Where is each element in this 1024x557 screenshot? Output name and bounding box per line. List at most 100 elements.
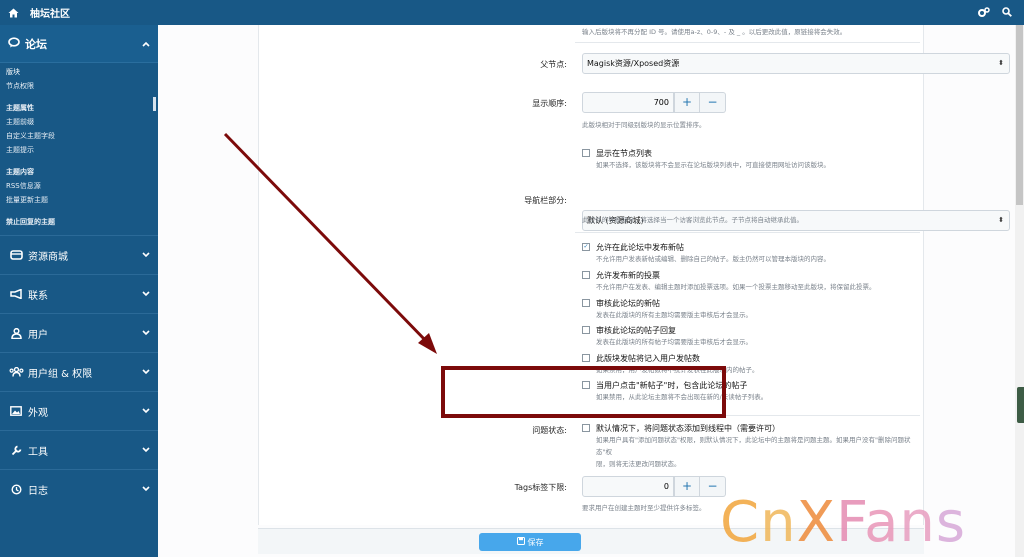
sidebar-item-thread-content[interactable]: 主题内容 — [0, 165, 158, 179]
option-hint: 如果用户具有"添加问题状态"权限，则默认情况下，此论坛中的主题将是问题主题。如果… — [596, 436, 911, 456]
box-icon — [8, 250, 24, 260]
select-arrows-icon: ⬍ — [998, 59, 1004, 67]
option-label: 允许在此论坛中发布新帖 — [596, 243, 684, 252]
option-hint: 如果不选择，该版块将不会显示在论坛版块列表中，可直接使用网址访问该版块。 — [596, 161, 830, 169]
checkbox-checked[interactable]: ✓ — [582, 243, 590, 251]
question-status-option[interactable]: 默认情况下，将问题状态添加到线程中（需要许可） 如果用户具有"添加问题状态"权限… — [582, 423, 923, 470]
sidebar-section-forum[interactable]: 论坛 — [0, 25, 158, 63]
moderate-threads-option[interactable]: 审核此论坛的新帖发表在此版块的所有主题均需要版主审核后才会显示。 — [582, 298, 752, 321]
forum-submenu: 版块 节点权限 主题属性 主题前缀 自定义主题字段 主题提示 主题内容 RSS信… — [0, 63, 158, 235]
scrollbar[interactable] — [1015, 25, 1024, 557]
sidebar-section-label: 用户 — [28, 329, 48, 341]
sidebar-section-label: 资源商城 — [28, 251, 68, 263]
decrement-button[interactable]: − — [700, 92, 726, 113]
option-label: 显示在节点列表 — [596, 149, 652, 158]
sidebar-section-label: 联系 — [28, 290, 48, 302]
sidebar-section-label: 日志 — [28, 485, 48, 497]
sidebar-section-groups-permissions[interactable]: 用户组 & 权限 — [0, 352, 158, 391]
moderate-replies-option[interactable]: 审核此论坛的帖子回复 发表在此版块的所有帖子均需要版主审核后才会显示。 — [582, 325, 752, 348]
sidebar-item-reply-bans[interactable]: 禁止回复的主题 — [0, 215, 158, 229]
node-url-hint: 输入后版块将不再分配 ID 号。请使用a-z、0-9、- 及 _ 。以后更改此值… — [582, 28, 847, 36]
sidebar-item-thread-prefixes[interactable]: 主题前缀 — [0, 115, 158, 129]
option-hint: 发表在此版块的所有主题均需要版主审核后才会显示。 — [596, 311, 752, 319]
parent-node-select[interactable]: Magisk资源/Xposed资源 ⬍ — [582, 53, 1010, 74]
tags-minimum-hint: 要求用户在创建主题时至少提供许多标签。 — [582, 504, 706, 512]
side-tab[interactable] — [1017, 387, 1024, 423]
checkbox[interactable] — [582, 299, 590, 307]
top-bar: 柚坛社区 — [0, 0, 1024, 25]
save-icon — [516, 537, 525, 547]
watermark-logo: CnXFans — [720, 490, 967, 555]
sidebar-item-nodes[interactable]: 版块 — [0, 65, 158, 79]
sidebar-section-label: 工具 — [28, 446, 48, 458]
site-title[interactable]: 柚坛社区 — [30, 5, 70, 20]
sidebar-item-thread-attributes[interactable]: 主题属性 — [0, 101, 158, 115]
main-content: 输入后版块将不再分配 ID 号。请使用a-z、0-9、- 及 _ 。以后更改此值… — [158, 25, 1024, 557]
allow-posting-option[interactable]: ✓ 允许在此论坛中发布新帖不允许用户发表新帖或编辑、删除自己的帖子。版主仍然可以… — [582, 242, 830, 265]
sidebar-section-label: 外观 — [28, 407, 48, 419]
checkbox[interactable] — [582, 326, 590, 334]
display-order-label: 显示顺序: — [532, 99, 567, 108]
sidebar-section-tools[interactable]: 工具 — [0, 430, 158, 469]
nav-section-label: 导航栏部分: — [524, 196, 567, 205]
save-label: 保存 — [527, 537, 544, 547]
nav-section-hint: 此控件的导航部分，将选择当一个访客浏览此节点。子节点将自动继承此值。 — [582, 216, 803, 224]
sidebar-item-thread-prompts[interactable]: 主题提示 — [0, 143, 158, 157]
option-label: 允许发布新的投票 — [596, 271, 660, 280]
allow-polls-option[interactable]: 允许发布新的投票不允许用户在发表、编辑主题时添加投票选项。如果一个投票主题移动至… — [582, 270, 876, 293]
comments-icon — [8, 36, 21, 51]
user-icon — [8, 327, 24, 339]
sidebar: 论坛 版块 节点权限 主题属性 主题前缀 自定义主题字段 主题提示 主题内容 R… — [0, 25, 158, 557]
option-label: 此版块发帖将记入用户发帖数 — [596, 354, 700, 363]
sidebar-item-batch-update-threads[interactable]: 批量更新主题 — [0, 193, 158, 207]
chevron-down-icon — [142, 250, 150, 261]
sidebar-section-label: 用户组 & 权限 — [28, 368, 93, 380]
sidebar-section-label: 论坛 — [25, 37, 47, 51]
search-icon[interactable] — [1002, 7, 1012, 18]
show-in-list-option[interactable]: 显示在节点列表 如果不选择，该版块将不会显示在论坛版块列表中，可直接使用网址访问… — [582, 148, 830, 171]
chevron-down-icon — [142, 484, 150, 495]
tags-minimum-label: Tags标签下限: — [514, 483, 567, 492]
tags-minimum-input[interactable] — [582, 476, 674, 497]
sidebar-section-users[interactable]: 用户 — [0, 313, 158, 352]
checkbox[interactable] — [582, 424, 590, 432]
sidebar-section-resources[interactable]: 资源商城 — [0, 235, 158, 274]
megaphone-icon — [8, 289, 24, 299]
sidebar-item-rss-feeds[interactable]: RSS信息源 — [0, 179, 158, 193]
chevron-down-icon — [142, 367, 150, 378]
save-button[interactable]: 保存 — [479, 533, 581, 551]
active-indicator — [153, 97, 156, 111]
chevron-down-icon — [142, 445, 150, 456]
option-hint-continued: 限，则将无法更改问题状态。 — [596, 460, 681, 468]
chevron-down-icon — [142, 289, 150, 300]
users-icon — [8, 367, 24, 377]
form-panel: 输入后版块将不再分配 ID 号。请使用a-z、0-9、- 及 _ 。以后更改此值… — [258, 25, 1010, 525]
chevron-down-icon — [142, 328, 150, 339]
chevron-down-icon — [142, 406, 150, 417]
display-order-input[interactable] — [582, 92, 674, 113]
sidebar-item-node-permissions[interactable]: 节点权限 — [0, 79, 158, 93]
display-order-hint: 此版块相对于同级别版块的显示位置排序。 — [582, 121, 706, 129]
checkbox[interactable] — [582, 271, 590, 279]
sidebar-section-contact[interactable]: 联系 — [0, 274, 158, 313]
increment-button[interactable]: + — [674, 92, 700, 113]
checkbox[interactable] — [582, 354, 590, 362]
sidebar-item-custom-thread-fields[interactable]: 自定义主题字段 — [0, 129, 158, 143]
sidebar-section-appearance[interactable]: 外观 — [0, 391, 158, 430]
option-label: 审核此论坛的新帖 — [596, 299, 660, 308]
parent-node-label: 父节点: — [540, 60, 567, 69]
increment-button[interactable]: + — [674, 476, 700, 497]
home-icon[interactable] — [0, 8, 26, 18]
gears-icon[interactable] — [978, 7, 990, 18]
tags-minimum-stepper: + − — [582, 476, 726, 497]
option-hint: 不允许用户在发表、编辑主题时添加投票选项。如果一个投票主题移动至此版块，将保留此… — [596, 283, 876, 291]
wrench-icon — [8, 445, 24, 456]
option-label: 审核此论坛的帖子回复 — [596, 326, 676, 335]
checkbox[interactable] — [582, 149, 590, 157]
annotation-highlight-box — [441, 366, 726, 418]
sidebar-section-logs[interactable]: 日志 — [0, 469, 158, 508]
option-hint: 不允许用户发表新帖或编辑、删除自己的帖子。版主仍然可以管理本版块的内容。 — [596, 255, 830, 263]
image-icon — [8, 406, 24, 416]
scrollbar-thumb[interactable] — [1016, 25, 1023, 205]
option-label: 默认情况下，将问题状态添加到线程中（需要许可） — [596, 424, 780, 433]
